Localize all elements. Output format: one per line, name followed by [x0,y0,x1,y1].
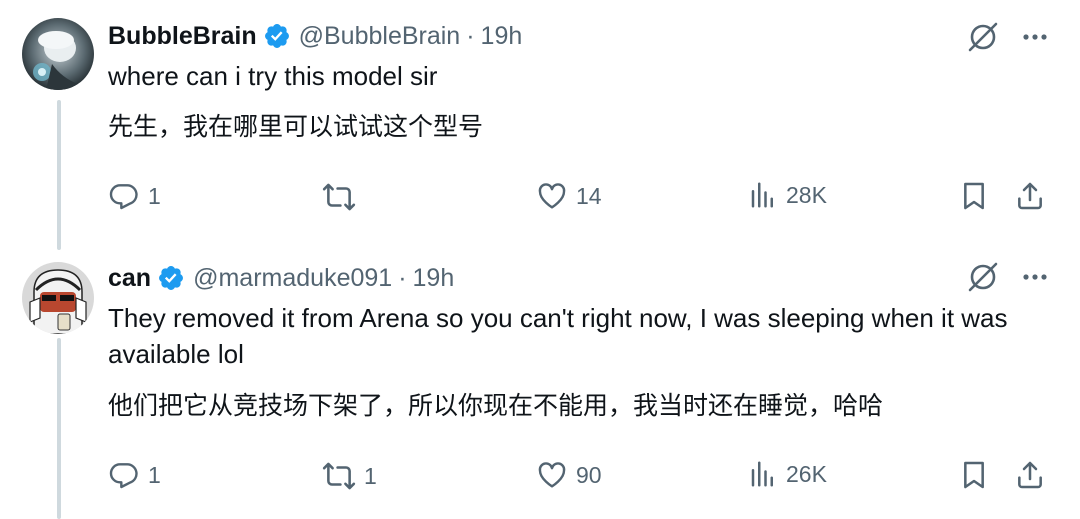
retweet-button[interactable] [322,180,364,214]
retweet-count: 1 [364,462,377,489]
tweet-translation: 先生，我在哪里可以试试这个型号 [108,112,484,141]
like-button[interactable]: 14 [536,180,602,212]
tweet-2[interactable]: can @marmaduke091 · 19h They removed it … [0,250,1080,519]
tweet-top-actions [966,20,1050,59]
grok-icon[interactable] [966,20,1000,59]
share-button[interactable] [1014,180,1046,212]
bookmark-button[interactable] [958,180,990,212]
more-icon[interactable] [1020,22,1050,57]
tweet-translation: 他们把它从竞技场下架了，所以你现在不能用，我当时还在睡觉，哈哈 [108,391,884,420]
views-icon [748,180,778,210]
retweet-icon [322,459,356,493]
more-icon[interactable] [1020,262,1050,297]
separator-dot: · [466,21,475,50]
verified-badge-icon [157,264,185,292]
avatar[interactable] [22,18,94,90]
tweet-text: where can i try this model sir [108,61,438,91]
bookmark-button[interactable] [958,459,990,491]
handle[interactable]: @marmaduke091 [193,264,392,293]
timestamp[interactable]: 19h [481,22,523,51]
tweet-actions: 1 1 90 26K [108,459,1050,499]
display-name[interactable]: BubbleBrain [108,22,257,51]
retweet-icon [322,180,356,214]
reply-icon [108,459,140,491]
like-icon [536,459,568,491]
reply-icon [108,180,140,212]
bookmark-icon [958,459,990,491]
views-button[interactable]: 26K [748,459,827,489]
retweet-button[interactable]: 1 [322,459,377,493]
like-icon [536,180,568,212]
timestamp[interactable]: 19h [413,264,455,293]
reply-count: 1 [148,461,161,488]
views-count: 26K [786,460,827,487]
tweet-actions: 1 14 28K [108,180,1050,220]
grok-icon[interactable] [966,260,1000,299]
avatar[interactable] [22,262,94,334]
tweet-header: BubbleBrain @BubbleBrain · 19h [108,18,522,54]
like-count: 90 [576,461,602,488]
views-button[interactable]: 28K [748,180,827,210]
tweet-header: can @marmaduke091 · 19h [108,260,454,296]
reply-button[interactable]: 1 [108,180,161,212]
separator-dot: · [398,263,407,292]
share-icon [1014,180,1046,212]
handle[interactable]: @BubbleBrain [299,22,461,51]
display-name[interactable]: can [108,264,151,293]
tweet-top-actions [966,260,1050,299]
share-button[interactable] [1014,459,1046,491]
views-count: 28K [786,181,827,208]
verified-badge-icon [263,22,291,50]
reply-count: 1 [148,182,161,209]
views-icon [748,459,778,489]
tweet-text: They removed it from Arena so you can't … [108,303,1008,369]
like-button[interactable]: 90 [536,459,602,491]
reply-button[interactable]: 1 [108,459,161,491]
tweet-1[interactable]: BubbleBrain @BubbleBrain · 19h where can… [0,0,1080,250]
bookmark-icon [958,180,990,212]
like-count: 14 [576,182,602,209]
share-icon [1014,459,1046,491]
